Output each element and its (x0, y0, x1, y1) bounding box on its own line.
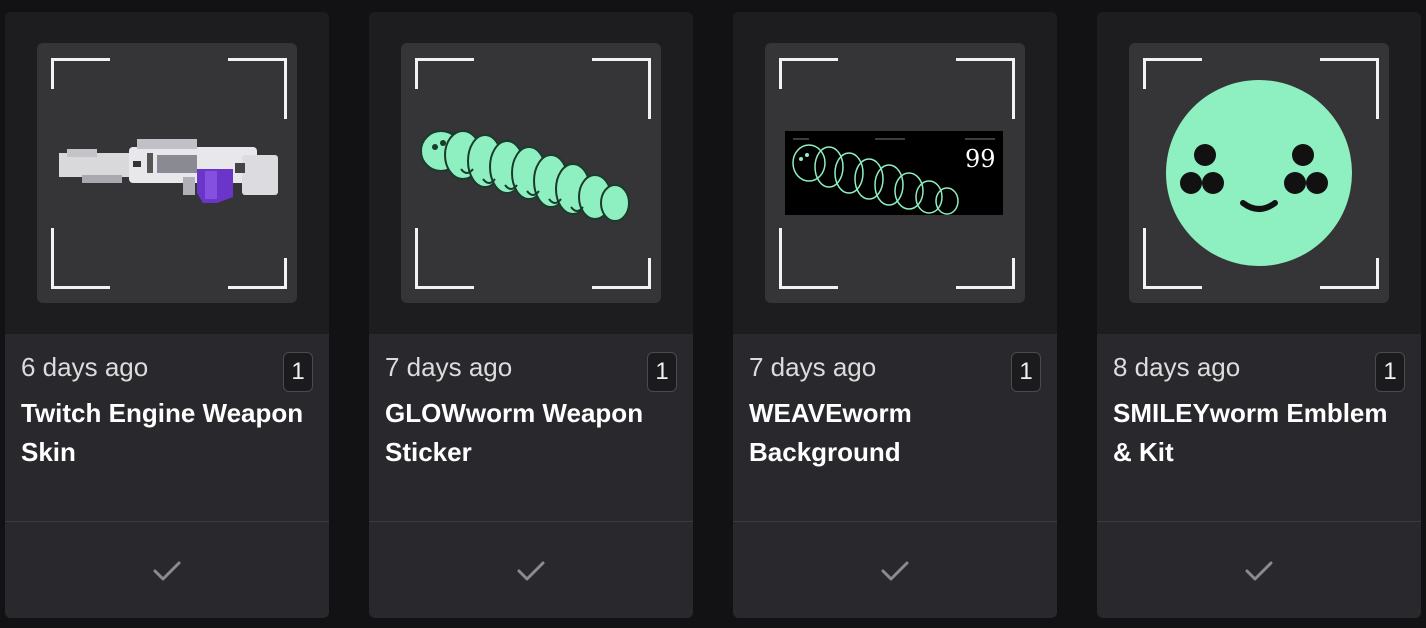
time-ago: 8 days ago (1113, 352, 1241, 382)
frame-corner (779, 228, 838, 289)
frame-corner (1320, 258, 1379, 289)
frame-corner (1143, 58, 1202, 89)
item-title: Twitch Engine Weapon Skin (21, 398, 304, 467)
check-icon (881, 561, 909, 581)
claim-button[interactable] (733, 521, 1057, 618)
frame-corner (956, 258, 1015, 289)
thumbnail-frame: 99 (765, 43, 1025, 303)
background-number: 99 (965, 145, 996, 173)
reward-card-twitch-engine[interactable]: 6 days ago 1 Twitch Engine Weapon Skin (5, 12, 329, 618)
quantity-badge: 1 (1375, 352, 1405, 392)
frame-corner (51, 228, 110, 289)
thumbnail-frame (401, 43, 661, 303)
frame-corner (592, 258, 651, 289)
thumbnail-area (5, 12, 329, 334)
claim-button[interactable] (1097, 521, 1421, 618)
quantity-badge: 1 (283, 352, 313, 392)
quantity-badge: 1 (1011, 352, 1041, 392)
quantity-badge: 1 (647, 352, 677, 392)
frame-corner (956, 58, 1015, 119)
reward-card-glowworm[interactable]: 7 days ago 1 GLOWworm Weapon Sticker (369, 12, 693, 618)
frame-corner (1320, 58, 1379, 119)
card-info: 8 days ago 1 SMILEYworm Emblem & Kit (1097, 334, 1421, 521)
reward-card-smileyworm[interactable]: 8 days ago 1 SMILEYworm Emblem & Kit (1097, 12, 1421, 618)
frame-corner (592, 58, 651, 119)
frame-corner (228, 58, 287, 119)
item-title: GLOWworm Weapon Sticker (385, 398, 644, 467)
time-ago: 7 days ago (749, 352, 877, 382)
check-icon (517, 561, 545, 581)
frame-corner (415, 58, 474, 89)
time-ago: 6 days ago (21, 352, 149, 382)
time-ago: 7 days ago (385, 352, 513, 382)
claim-button[interactable] (5, 521, 329, 618)
thumbnail-frame (37, 43, 297, 303)
reward-card-weaveworm[interactable]: 99 7 days ago 1 WEAVEworm Background (733, 12, 1057, 618)
item-title: SMILEYworm Emblem & Kit (1113, 398, 1388, 467)
check-icon (1245, 561, 1273, 581)
frame-corner (228, 258, 287, 289)
claim-button[interactable] (369, 521, 693, 618)
frame-corner (51, 58, 110, 89)
frame-corner (1143, 228, 1202, 289)
thumbnail-area (369, 12, 693, 334)
frame-corner (779, 58, 838, 89)
card-info: 7 days ago 1 GLOWworm Weapon Sticker (369, 334, 693, 521)
thumbnail-area (1097, 12, 1421, 334)
card-info: 7 days ago 1 WEAVEworm Background (733, 334, 1057, 521)
thumbnail-area: 99 (733, 12, 1057, 334)
item-title: WEAVEworm Background (749, 398, 912, 467)
reward-grid: 6 days ago 1 Twitch Engine Weapon Skin 7… (0, 0, 1426, 628)
card-info: 6 days ago 1 Twitch Engine Weapon Skin (5, 334, 329, 521)
thumbnail-frame (1129, 43, 1389, 303)
check-icon (153, 561, 181, 581)
frame-corner (415, 228, 474, 289)
